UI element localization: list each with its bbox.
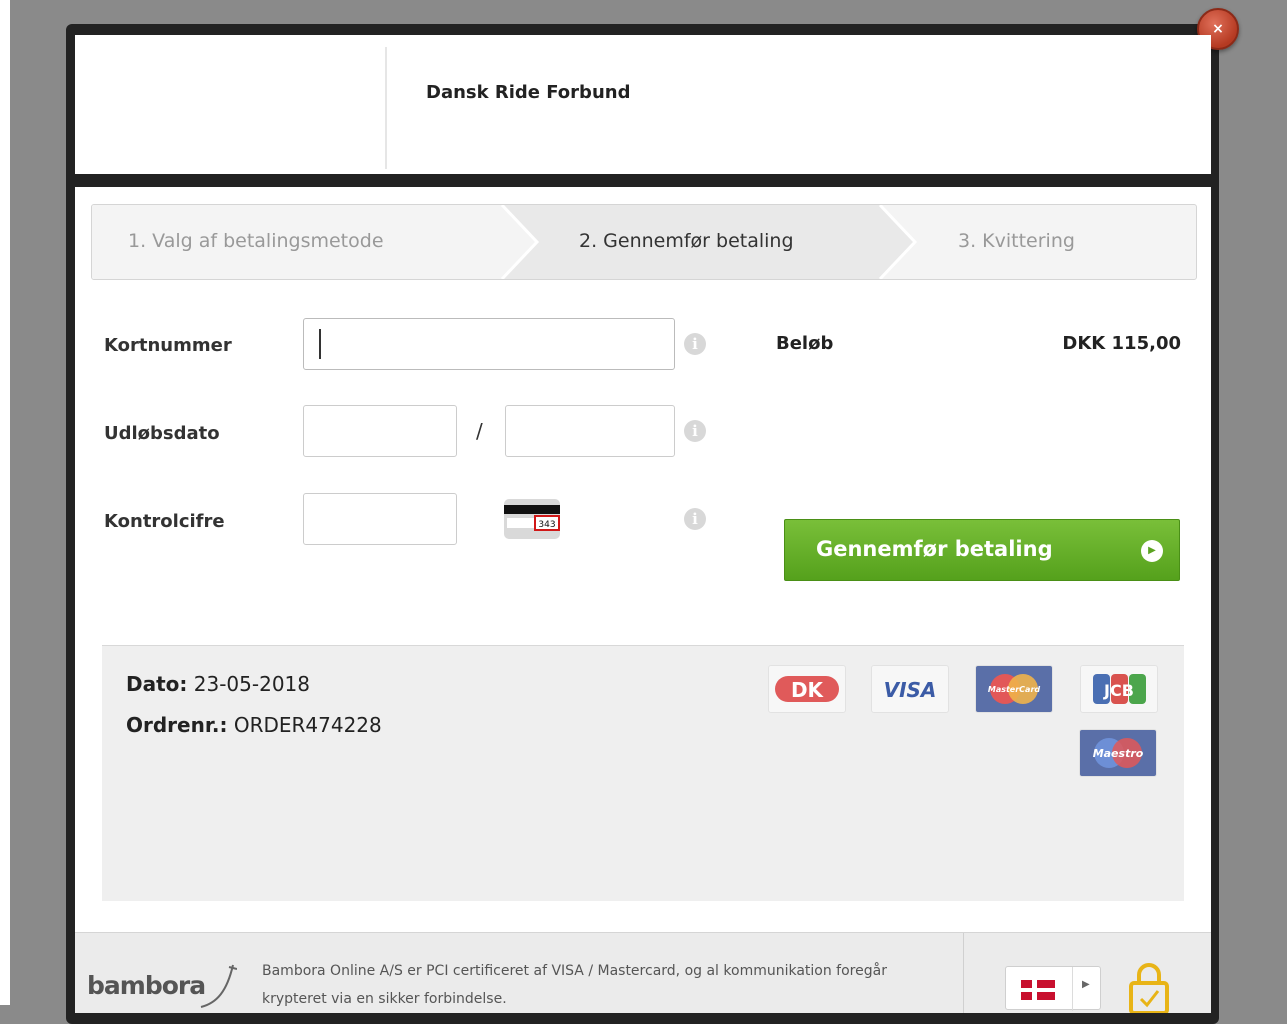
merchant-name: Dansk Ride Forbund — [426, 82, 631, 103]
svg-text:Maestro: Maestro — [1093, 747, 1144, 760]
merchant-header: Dansk Ride Forbund — [75, 35, 1211, 174]
order-number: Ordrenr.: ORDER474228 — [126, 713, 382, 737]
cvc-example-text: 343 — [538, 520, 555, 530]
card-number-input[interactable] — [303, 318, 675, 370]
expiry-year-input[interactable] — [505, 405, 675, 457]
arrow-right-icon: ▶ — [1141, 540, 1163, 562]
complete-payment-button[interactable]: Gennemfør betaling ▶ — [784, 519, 1180, 581]
order-number-label: Ordrenr.: — [126, 713, 228, 737]
svg-text:VISA: VISA — [884, 678, 937, 702]
order-number-value: ORDER474228 — [233, 713, 382, 737]
bambora-logo-mark — [200, 964, 237, 1008]
step-2-label: 2. Gennemfør betaling — [579, 230, 794, 252]
card-number-info-icon[interactable]: i — [684, 333, 706, 355]
order-info-panel: Dato: 23-05-2018 Ordrenr.: ORDER474228 D… — [102, 645, 1184, 901]
svg-text:DK: DK — [791, 678, 825, 702]
expiry-label: Udløbsdato — [104, 423, 220, 444]
dankort-logo: DK — [768, 665, 846, 713]
expiry-month-input[interactable] — [303, 405, 457, 457]
bambora-logo: bambora — [87, 971, 206, 1000]
jcb-logo: JCB — [1080, 665, 1158, 713]
caret-right-icon: ▶ — [1082, 979, 1090, 990]
payment-panel: 1. Valg af betalingsmetode 2. Gennemfør … — [75, 187, 1211, 1007]
step-progress-bar: 1. Valg af betalingsmetode 2. Gennemfør … — [91, 204, 1197, 280]
language-selector-divider — [1072, 967, 1073, 1011]
maestro-logo: Maestro — [1079, 729, 1157, 777]
step-1-label: 1. Valg af betalingsmetode — [128, 230, 384, 252]
header-divider — [385, 47, 387, 169]
footer: bambora Bambora Online A/S er PCI certif… — [75, 932, 1211, 1013]
expiry-info-icon[interactable]: i — [684, 420, 706, 442]
step-3-label: 3. Kvittering — [958, 230, 1075, 252]
amount-label: Beløb — [776, 333, 834, 354]
visa-logo: VISA — [871, 665, 949, 713]
cvc-input[interactable] — [303, 493, 457, 545]
cvc-info-icon[interactable]: i — [684, 508, 706, 530]
card-number-label: Kortnummer — [104, 335, 232, 356]
svg-text:JCB: JCB — [1103, 681, 1134, 700]
close-icon: × — [1212, 21, 1224, 37]
date-label: Dato: — [126, 672, 188, 696]
page-background-strip — [0, 0, 10, 1005]
complete-payment-label: Gennemfør betaling — [816, 537, 1053, 561]
amount-value: DKK 115,00 — [1062, 333, 1181, 354]
mastercard-logo: MasterCard — [975, 665, 1053, 713]
expiry-separator: / — [476, 419, 483, 443]
cvc-label: Kontrolcifre — [104, 511, 225, 532]
denmark-flag-icon — [1021, 980, 1055, 1000]
cvc-card-icon: 343 — [504, 499, 560, 539]
date-value: 23-05-2018 — [193, 672, 310, 696]
lock-icon — [1129, 963, 1169, 1013]
order-date: Dato: 23-05-2018 — [126, 672, 310, 696]
text-cursor — [319, 329, 321, 359]
footer-divider — [963, 933, 964, 1013]
language-selector[interactable]: ▶ — [1005, 966, 1101, 1011]
svg-text:MasterCard: MasterCard — [988, 685, 1041, 694]
